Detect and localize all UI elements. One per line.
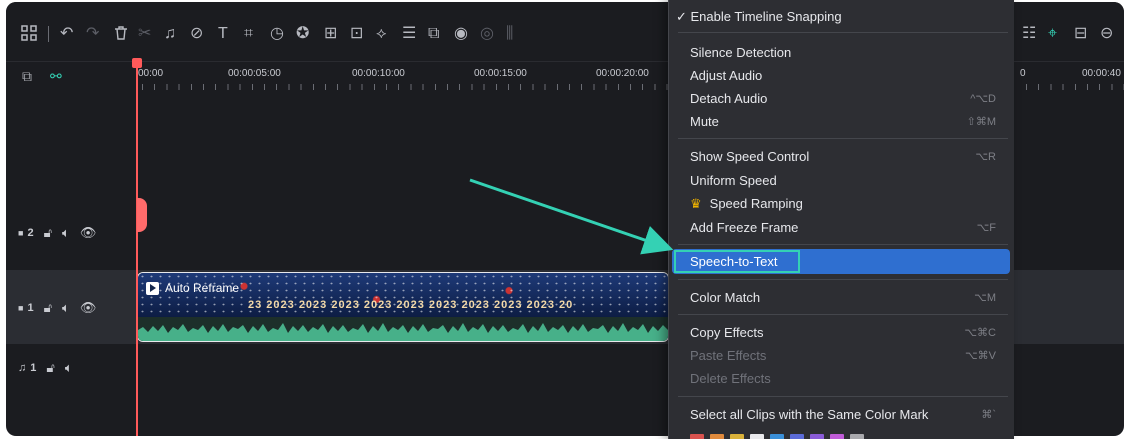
annotation-arrow [469, 178, 674, 255]
